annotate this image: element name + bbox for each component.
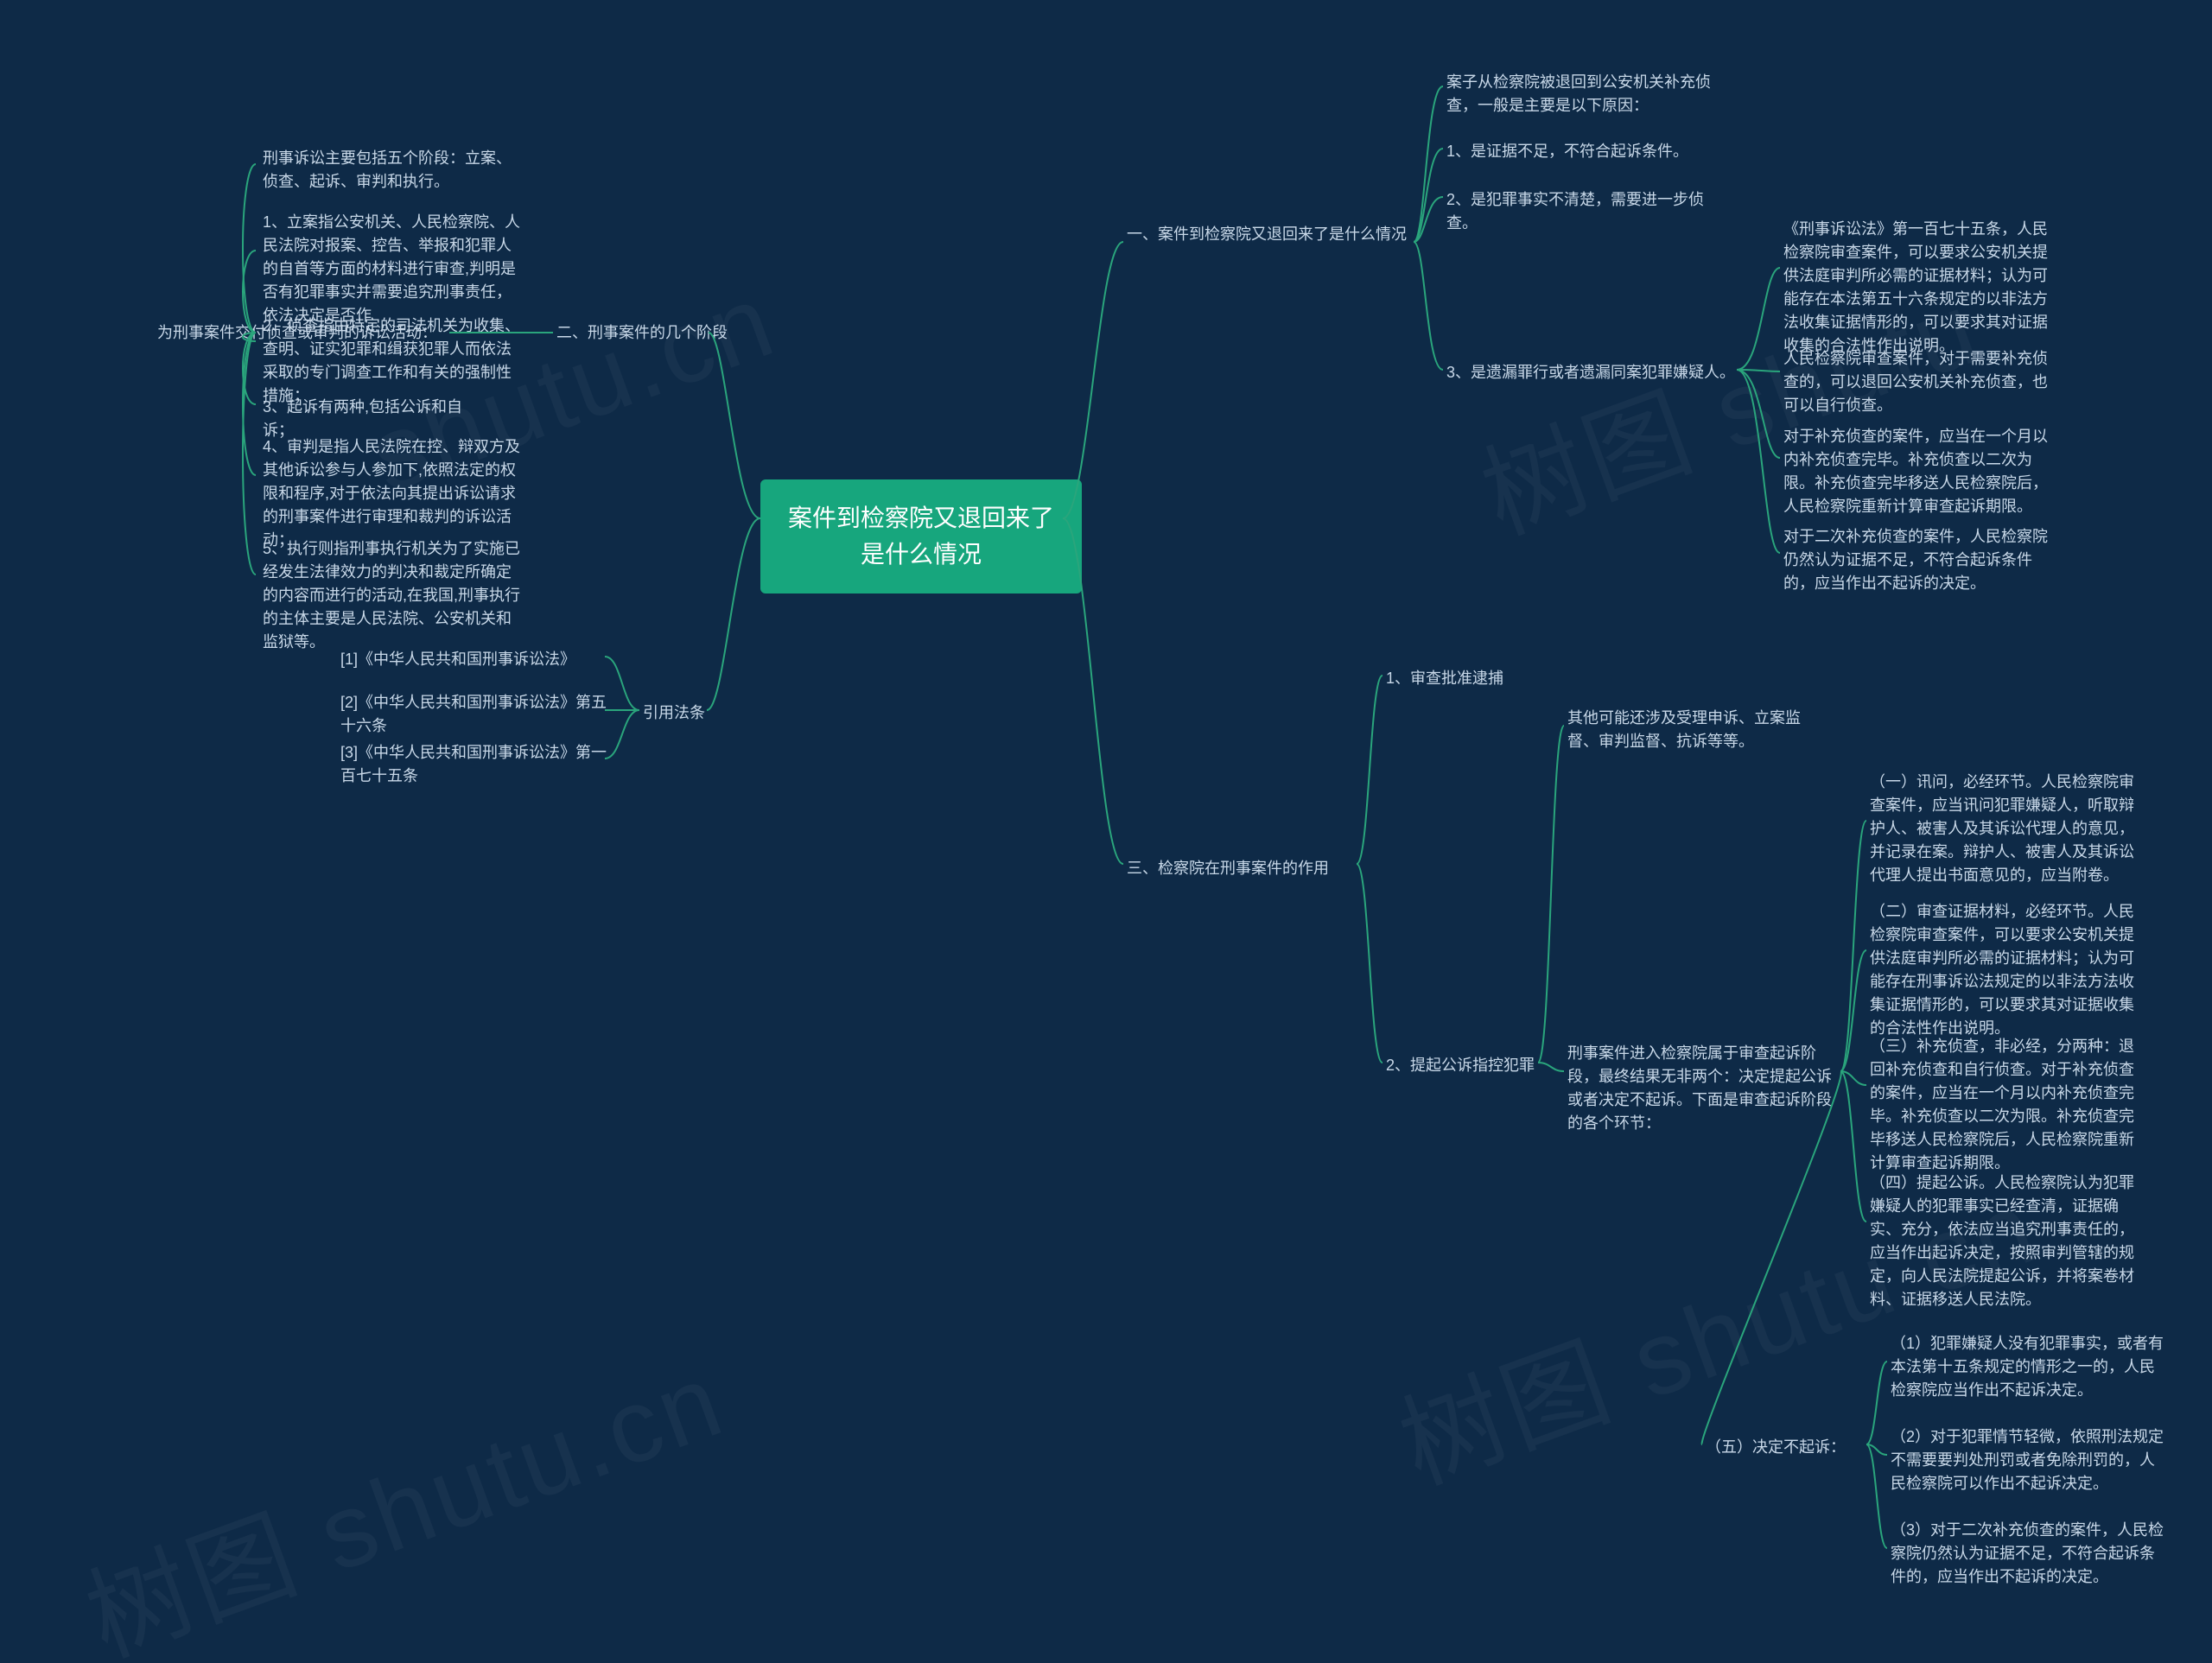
branch-3-title: 三、检察院在刑事案件的作用 [1123,855,1332,882]
b3-p1: 1、审查批准逮捕 [1382,665,1507,692]
b3-c5b: （2）对于犯罪情节轻微，依照刑法规定不需要要判处刑罚或者免除刑罚的，人民检察院可… [1887,1424,2171,1497]
b2-s0: 刑事诉讼主要包括五个阶段：立案、侦查、起诉、审判和执行。 [259,145,525,195]
watermark: 树图 shutu.cn [63,1316,741,1663]
b1-p1: 1、是证据不足，不符合起诉条件。 [1443,138,1692,165]
b4-r1: [1]《中华人民共和国刑事诉讼法》 [337,646,579,673]
b3-c4: （四）提起公诉。人民检察院认为犯罪嫌疑人的犯罪事实已经查清，证据确实、充分，依法… [1866,1170,2150,1313]
b4-r2: [2]《中华人民共和国刑事诉讼法》第五十六条 [337,689,620,739]
b2-s1: 1、立案指公安机关、人民检察院、人民法院对报案、控告、举报和犯罪人的自首等方面的… [259,209,525,329]
root-line1: 案件到检察院又退回来了 [788,505,1054,531]
b3-c2: （二）审查证据材料，必经环节。人民检察院审查案件，可以要求公安机关提供法庭审判所… [1866,898,2150,1042]
b1-p2: 2、是犯罪事实不清楚，需要进一步侦查。 [1443,187,1726,237]
b3-c3: （三）补充侦查，非必经，分两种：退回补充侦查和自行侦查。对于补充侦查的案件，应当… [1866,1033,2150,1177]
b4-r3: [3]《中华人民共和国刑事诉讼法》第一百七十五条 [337,739,620,790]
b1-d3: 对于补充侦查的案件，应当在一个月以内补充侦查完毕。补充侦查以二次为限。补充侦查完… [1780,423,2063,520]
b3-p2: 2、提起公诉指控犯罪 [1382,1052,1538,1079]
b3-p2a: 其他可能还涉及受理申诉、立案监督、审判监督、抗诉等等。 [1564,705,1830,755]
b1-p3: 3、是遗漏罪行或者遗漏同案犯罪嫌疑人。 [1443,359,1738,386]
b3-p2b: 刑事案件进入检察院属于审查起诉阶段，最终结果无非两个：决定提起公诉或者决定不起诉… [1564,1040,1847,1137]
b1-d2: 人民检察院审查案件，对于需要补充侦查的，可以退回公安机关补充侦查，也可以自行侦查… [1780,346,2063,419]
root-line2: 是什么情况 [861,541,982,568]
branch-2-title: 二、刑事案件的几个阶段 [553,320,731,346]
b1-d1: 《刑事诉讼法》第一百七十五条，人民检察院审查案件，可以要求公安机关提供法庭审判所… [1780,216,2063,359]
b1-intro: 案子从检察院被退回到公安机关补充侦查，一般是主要是以下原因： [1443,69,1726,119]
b1-d4: 对于二次补充侦查的案件，人民检察院仍然认为证据不足，不符合起诉条件的，应当作出不… [1780,524,2063,597]
root-node: 案件到检察院又退回来了 是什么情况 [760,479,1082,593]
b3-c5: （五）决定不起诉： [1702,1434,1849,1461]
b3-c5c: （3）对于二次补充侦查的案件，人民检察院仍然认为证据不足，不符合起诉条件的，应当… [1887,1517,2171,1590]
branch-4-title: 引用法条 [639,700,709,727]
branch-1-title: 一、案件到检察院又退回来了是什么情况 [1123,221,1410,248]
b3-c5a: （1）犯罪嫌疑人没有犯罪事实，或者有本法第十五条规定的情形之一的，人民检察院应当… [1887,1330,2171,1404]
b3-c1: （一）讯问，必经环节。人民检察院审查案件，应当讯问犯罪嫌疑人，听取辩护人、被害人… [1866,769,2150,889]
b2-s5: 5、执行则指刑事执行机关为了实施已经发生法律效力的判决和裁定所确定的内容而进行的… [259,536,525,656]
